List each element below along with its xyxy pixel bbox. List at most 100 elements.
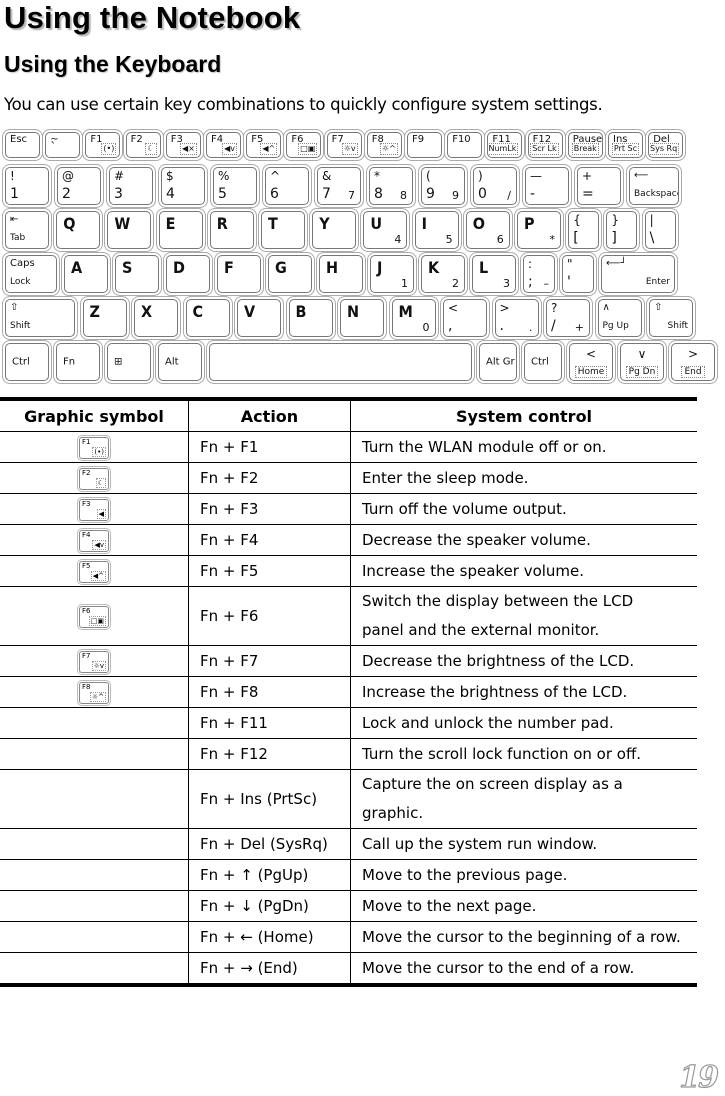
graphic-symbol-cell [0, 707, 189, 739]
header-graphic-symbol: Graphic symbol [0, 397, 189, 432]
key-numpad-label: 8 [400, 189, 407, 202]
key-e: E [158, 211, 203, 249]
key-letter: Z [89, 302, 100, 321]
symbol-key-label: F6 [82, 606, 91, 615]
key-symbol: }] [606, 211, 638, 249]
key-h: H [319, 255, 363, 293]
key-bottom-label: 1 [10, 186, 19, 202]
system-control-cell: Decrease the brightness of the LCD. [350, 645, 697, 677]
key-letter: S [122, 258, 133, 277]
key-f6: F6 □▣ [286, 132, 322, 158]
key-bottom-label: ' [567, 274, 571, 290]
key-numpad-label: 4 [394, 233, 402, 246]
key-numpad-label: 0 [422, 321, 430, 334]
key-caps: Caps Lock [5, 255, 57, 293]
key-b: B [288, 299, 333, 337]
table-header-row: Graphic symbol Action System control [0, 397, 697, 432]
key-top-label: @ [62, 169, 74, 183]
key-f9: F9 [407, 132, 442, 158]
action-cell: Fn + F7 [188, 645, 351, 677]
symbol-glyph: ◀v [92, 539, 106, 550]
key-symbol: <, [443, 299, 487, 337]
table-row: F8 ☼^ Fn + F8 Increase the brightness of … [0, 676, 697, 708]
key-bottom-label: Pg Up [602, 321, 629, 331]
key-symbol: * 8 8 [369, 167, 413, 205]
system-control-cell: Enter the sleep mode. [350, 462, 697, 494]
key-f1: F1 (•) [85, 132, 121, 158]
key-bottom-label: \ [649, 230, 655, 246]
graphic-symbol-cell: F1 (•) [0, 431, 189, 463]
key-y: Y [312, 211, 357, 249]
key-top-label: ⇧ [10, 302, 19, 313]
symbol-key-label: F8 [82, 682, 91, 691]
key-symbol: ~ ` [45, 132, 81, 158]
system-control-cell: Move the cursor to the beginning of a ro… [350, 921, 697, 953]
key-top-label: ( [426, 169, 431, 183]
fn-key-symbol-icon: F4 ◀v [79, 529, 109, 552]
key-symbol: > End [671, 343, 715, 381]
key-numpad-label: – [543, 277, 550, 290]
system-control-cell: Switch the display between the LCD panel… [350, 586, 697, 646]
table-row: Fn + ← (Home) Move the cursor to the begi… [0, 921, 697, 953]
symbol-glyph: ◀^ [90, 570, 106, 581]
key-f3: F3 ◀× [165, 132, 201, 158]
key-letter: D [173, 258, 185, 277]
key-top-label: < [448, 301, 459, 315]
action-cell: Fn + F6 [188, 586, 351, 646]
key-letter: L [479, 258, 489, 277]
key-d: D [166, 255, 210, 293]
fn-key-symbol-icon: F7 ☼v [79, 650, 109, 673]
key-t: T [261, 211, 305, 249]
page-number: 19 [679, 1059, 720, 1095]
key-label: Esc [10, 134, 28, 145]
table-row: F2 ☾ Fn + F2 Enter the sleep mode. [0, 462, 697, 494]
page-heading: Using the Notebook [4, 0, 301, 35]
graphic-symbol-cell: F7 ☼v [0, 645, 189, 677]
symbol-glyph: ☼v [91, 660, 106, 671]
symbol-glyph: ◀ [96, 508, 106, 519]
keyboard-diagram: Esc ~ ` F1 (•) F2 ☾ F3 ◀× F4 ◀v F5 ◀^ F6 □▣ F7 ☼v F8 ☼^ F9 F… [2, 129, 715, 385]
key-symbol: + = [577, 167, 621, 205]
key-o: O6 [465, 211, 510, 249]
brightness-down-icon: ☼v [341, 143, 358, 155]
key-top-label: ^ [270, 169, 281, 183]
key-top-label: " [567, 257, 573, 271]
key-bottom-label: Lock [10, 277, 31, 287]
key-letter: B [295, 302, 307, 321]
symbol-key-label: F3 [82, 499, 91, 508]
key-m: M0 [391, 299, 436, 337]
system-control-cell: Turn off the volume output. [350, 493, 697, 525]
key-z: Z [82, 299, 127, 337]
table-row: F5 ◀^ Fn + F5 Increase the speaker volume… [0, 555, 697, 587]
header-system-control: System control [350, 397, 697, 432]
symbol-glyph: ☾ [95, 477, 106, 488]
key-ctrl: Ctrl [524, 343, 562, 381]
fn-key-symbol-icon: F3 ◀ [79, 498, 109, 521]
graphic-symbol-cell: F6 □▣ [0, 586, 189, 646]
key-symbol: $4 [161, 167, 205, 205]
table-row: F3 ◀ Fn + F3 Turn off the volume output. [0, 493, 697, 525]
system-control-cell: Turn the scroll lock function on or off. [350, 738, 697, 770]
key-top-label: & [322, 169, 332, 183]
action-cell: Fn + F12 [188, 738, 351, 770]
key-top-label: ? [551, 301, 558, 315]
key-bottom-label: - [530, 186, 536, 202]
fn-key-symbol-icon: F6 □▣ [79, 605, 109, 628]
key-letter: E [165, 214, 176, 233]
key-numpad-label: 2 [452, 277, 459, 290]
key-function-label: Pg Dn [625, 366, 659, 378]
key-i: I5 [414, 211, 459, 249]
fn-key-symbol-icon: F2 ☾ [79, 467, 109, 490]
key-esc: Esc [5, 132, 40, 158]
graphic-symbol-cell [0, 828, 189, 860]
key-numpad-label: 5 [445, 233, 453, 246]
key-ctrl: Ctrl [5, 343, 49, 381]
action-cell: Fn + F1 [188, 431, 351, 463]
key-letter: O [472, 214, 486, 233]
key-top-label: # [114, 169, 125, 183]
action-cell: Fn + Del (SysRq) [188, 828, 351, 860]
key-numpad-label: 9 [452, 189, 459, 202]
wlan-icon: (•) [101, 143, 117, 155]
key-function-label: Break [571, 143, 599, 155]
fn-key-symbol-icon: F1 (•) [79, 436, 109, 459]
